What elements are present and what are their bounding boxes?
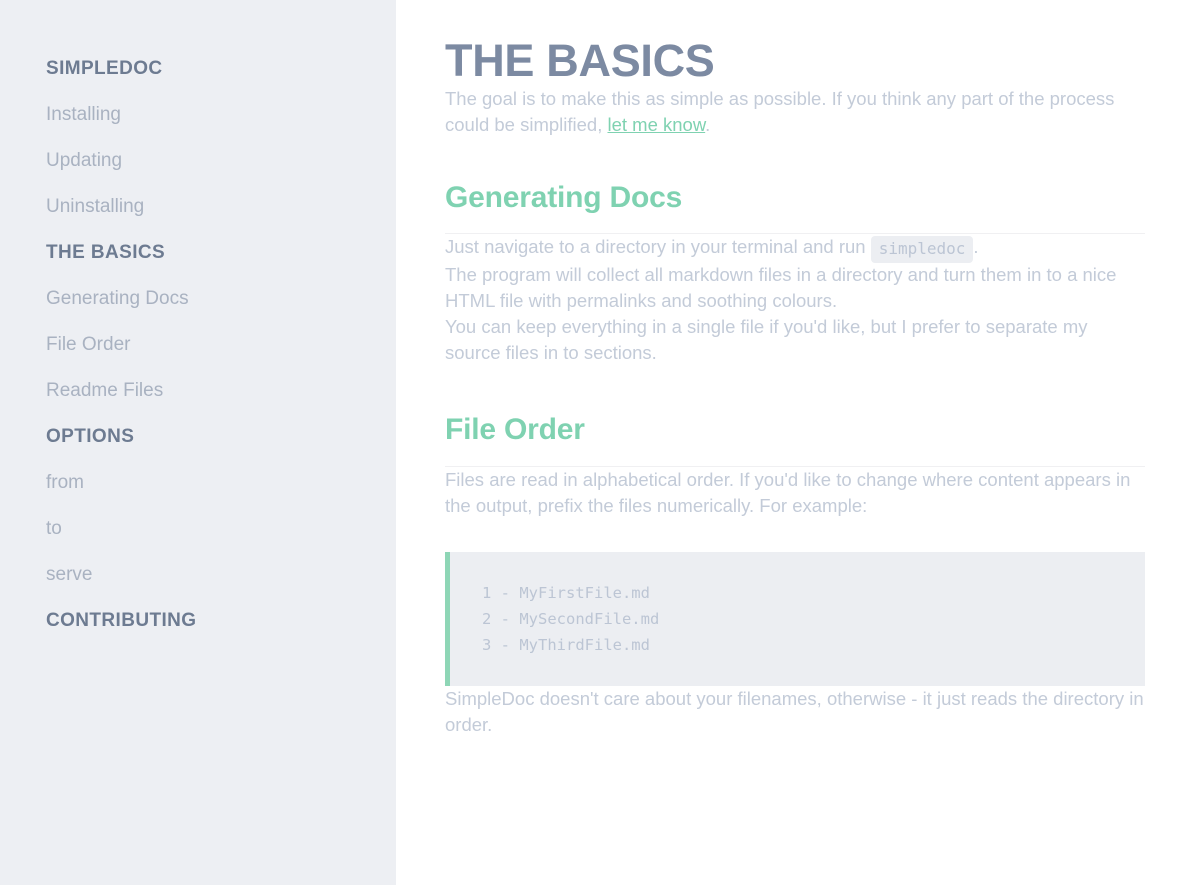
generating-docs-paragraph-2: The program will collect all markdown fi… [445,264,1117,311]
generating-docs-paragraph-3: You can keep everything in a single file… [445,316,1088,363]
sidebar-section-contributing[interactable]: CONTRIBUTING [0,598,396,644]
code-line: 1 - MyFirstFile.md [482,583,650,602]
generating-docs-section: Generating Docs [445,180,1145,234]
intro-text-before-link: The goal is to make this as simple as po… [445,87,1115,135]
generating-docs-heading: Generating Docs [445,180,683,214]
main-content: THE BASICS The goal is to make this as s… [396,0,1198,885]
let-me-know-link[interactable]: let me know [607,114,705,135]
sidebar-section-simpledoc[interactable]: SIMPLEDOC [0,46,396,92]
sidebar: SIMPLEDOC Installing Updating Uninstalli… [0,0,396,885]
sidebar-item-serve[interactable]: serve [0,552,396,598]
sidebar-section-options[interactable]: OPTIONS [0,414,396,460]
sidebar-item-readme-files[interactable]: Readme Files [0,368,396,414]
file-order-paragraph-2: SimpleDoc doesn't care about your filena… [445,687,1144,735]
inline-code-simpledoc: simpledoc [870,236,974,263]
run-command-period: . [973,236,979,257]
page-title: THE BASICS [445,35,715,86]
code-block: 1 - MyFirstFile.md 2 - MySecondFile.md 3… [445,551,1145,686]
sidebar-section-the-basics[interactable]: THE BASICS [0,230,396,276]
code-line: 2 - MySecondFile.md [482,609,660,628]
sidebar-item-updating[interactable]: Updating [0,138,396,184]
intro-paragraph: The goal is to make this as simple as po… [445,86,1145,138]
file-order-heading: File Order [445,413,585,446]
sidebar-item-installing[interactable]: Installing [0,92,396,138]
intro-text-after-link: . [705,113,711,135]
sidebar-item-file-order[interactable]: File Order [0,322,396,368]
sidebar-item-to[interactable]: to [0,506,396,552]
sidebar-item-uninstalling[interactable]: Uninstalling [0,184,396,230]
file-order-section: File Order [445,413,1145,467]
sidebar-item-generating-docs[interactable]: Generating Docs [0,276,396,322]
sidebar-nav: SIMPLEDOC Installing Updating Uninstalli… [0,46,396,644]
file-order-paragraph-1: Files are read in alphabetical order. If… [445,468,1131,516]
run-command-text: Just navigate to a directory in your ter… [445,236,866,257]
code-line: 3 - MyThirdFile.md [482,635,650,654]
generating-docs-paragraph-1: Just navigate to a directory in your ter… [445,234,1145,263]
sidebar-item-from[interactable]: from [0,460,396,506]
doc-page: SIMPLEDOC Installing Updating Uninstalli… [0,0,1198,885]
